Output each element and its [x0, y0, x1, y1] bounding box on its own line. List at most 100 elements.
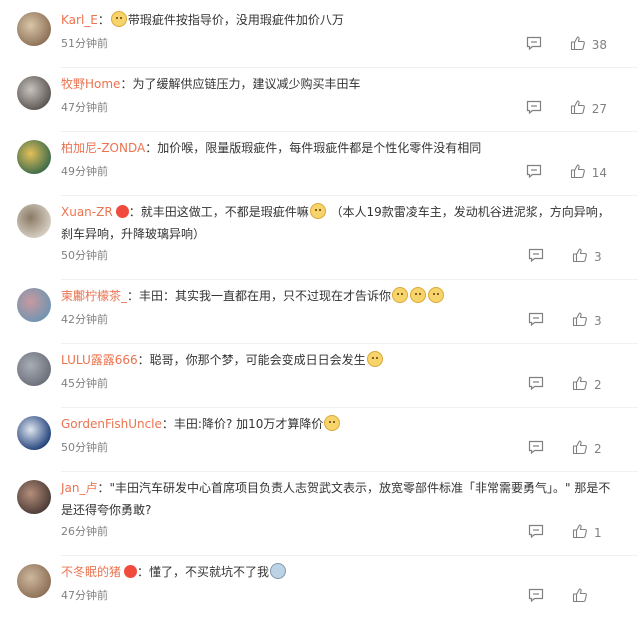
like-count: 38	[591, 37, 607, 52]
comment-timestamp: 50分钟前	[61, 249, 108, 262]
comment-actions: 1	[528, 523, 608, 542]
reply-icon[interactable]	[528, 440, 544, 457]
comment-timestamp: 51分钟前	[61, 37, 108, 50]
comment-text: Xuan-ZR ：就丰田这做工，不都是瑕疵件嘛 （本人19款雷凌车主，发动机谷进泥…	[61, 201, 616, 245]
comment-text: 不冬眠的猪 ：懂了，不买就坑不了我	[61, 561, 616, 583]
comment-text: 柏加尼-ZONDA：加价喉，限量版瑕疵件，每件瑕疵件都是个性化零件没有相同	[61, 137, 616, 159]
comment-body: 丰田：其实我一直都在用，只不过现在才告诉你	[139, 289, 392, 303]
reply-icon[interactable]	[528, 524, 544, 541]
like-button[interactable]: 1	[572, 523, 608, 542]
separator: ：	[127, 289, 140, 303]
like-count: 14	[591, 165, 607, 180]
doge-emoji-icon	[309, 203, 326, 219]
username-link[interactable]: GordenFishUncle	[61, 417, 162, 431]
doge-emoji-icon	[392, 287, 409, 303]
face-emoji-icon	[270, 563, 287, 579]
avatar[interactable]	[17, 352, 51, 386]
separator: ：	[128, 205, 141, 219]
like-button[interactable]	[572, 587, 608, 606]
like-count: 27	[591, 101, 607, 116]
separator: ：	[137, 565, 150, 579]
separator: ：	[120, 77, 133, 91]
user-badge-icon	[115, 205, 129, 218]
thumbs-up-icon	[572, 311, 588, 330]
username-link[interactable]: Karl_E	[61, 13, 98, 27]
username-link[interactable]: LULU露露666	[61, 353, 138, 367]
like-count: 1	[594, 525, 602, 540]
like-button[interactable]: 38	[570, 35, 607, 54]
comment-body: "丰田汽车研发中心首席项目负责人志贺武文表示，放宽零部件标准「非常需要勇气」。"…	[61, 481, 611, 517]
doge-emoji-icon	[366, 351, 383, 367]
comment-actions: 2	[528, 375, 608, 394]
like-button[interactable]: 14	[570, 163, 607, 182]
comment-timestamp: 26分钟前	[61, 525, 108, 538]
thumbs-up-icon	[572, 587, 588, 606]
username-link[interactable]: Xuan-ZR	[61, 205, 113, 219]
comment-list: Karl_E： 带瑕疵件按指导价，没用瑕疵件加价八万 51分钟前 38 牧野Home：为…	[0, 0, 638, 618]
comment-text: 柬鄘柠檬茶_：丰田：其实我一直都在用，只不过现在才告诉你	[61, 285, 616, 307]
thumbs-up-icon	[572, 375, 588, 394]
username-link[interactable]: 柬鄘柠檬茶_	[61, 289, 127, 303]
thumbs-up-icon	[570, 99, 586, 118]
comment-actions: 27	[526, 99, 607, 118]
comment-body: 加价喉，限量版瑕疵件，每件瑕疵件都是个性化零件没有相同	[157, 141, 482, 155]
doge-emoji-icon	[428, 287, 445, 303]
like-button[interactable]: 3	[572, 311, 608, 330]
reply-icon[interactable]	[528, 588, 544, 605]
avatar[interactable]	[17, 480, 51, 514]
username-link[interactable]: 牧野Home	[61, 77, 120, 91]
like-button[interactable]: 2	[572, 439, 608, 458]
thumbs-up-icon	[570, 163, 586, 182]
avatar[interactable]	[17, 76, 51, 110]
comment-actions: 2	[528, 439, 608, 458]
comment-timestamp: 47分钟前	[61, 589, 108, 602]
reply-icon[interactable]	[526, 100, 542, 117]
comment-actions: 3	[528, 247, 608, 266]
reply-icon[interactable]	[526, 164, 542, 181]
comment-timestamp: 45分钟前	[61, 377, 108, 390]
avatar[interactable]	[17, 564, 51, 598]
comment-text: Karl_E： 带瑕疵件按指导价，没用瑕疵件加价八万	[61, 9, 616, 31]
divider	[61, 279, 638, 280]
comment-body: 为了缓解供应链压力，建议减少购买丰田车	[132, 77, 361, 91]
comment-body: 丰田:降价? 加10万才算降价	[173, 417, 324, 431]
comment-actions	[528, 587, 608, 606]
doge-emoji-icon	[324, 415, 341, 431]
like-count: 2	[594, 441, 602, 456]
username-link[interactable]: 柏加尼-ZONDA	[61, 141, 145, 155]
divider	[61, 343, 638, 344]
avatar[interactable]	[17, 140, 51, 174]
avatar[interactable]	[17, 204, 51, 238]
separator: ：	[161, 417, 174, 431]
divider	[61, 555, 638, 556]
username-link[interactable]: Jan_卢	[61, 481, 98, 495]
like-button[interactable]: 27	[570, 99, 607, 118]
like-button[interactable]: 3	[572, 247, 608, 266]
comment-text: 牧野Home：为了缓解供应链压力，建议减少购买丰田车	[61, 73, 616, 95]
comment-text: LULU露露666：聪哥，你那个梦，可能会变成日日会发生	[61, 349, 616, 371]
avatar[interactable]	[17, 12, 51, 46]
reply-icon[interactable]	[528, 312, 544, 329]
like-button[interactable]: 2	[572, 375, 608, 394]
divider	[61, 471, 638, 472]
divider	[61, 67, 638, 68]
avatar[interactable]	[17, 288, 51, 322]
like-count: 2	[594, 377, 602, 392]
username-link[interactable]: 不冬眠的猪	[61, 565, 121, 579]
doge-emoji-icon	[410, 287, 427, 303]
comment-body: 带瑕疵件按指导价，没用瑕疵件加价八万	[127, 13, 344, 27]
comment-body: 聪哥，你那个梦，可能会变成日日会发生	[149, 353, 366, 367]
comment-text: GordenFishUncle：丰田:降价? 加10万才算降价	[61, 413, 616, 435]
doge-emoji-icon	[110, 11, 127, 27]
reply-icon[interactable]	[526, 36, 542, 53]
divider	[61, 195, 638, 196]
reply-icon[interactable]	[528, 248, 544, 265]
thumbs-up-icon	[572, 439, 588, 458]
separator: ：	[137, 353, 150, 367]
like-count: 3	[594, 313, 602, 328]
separator: ：	[97, 481, 110, 495]
comment-body: 就丰田这做工，不都是瑕疵件嘛	[140, 205, 309, 219]
avatar[interactable]	[17, 416, 51, 450]
reply-icon[interactable]	[528, 376, 544, 393]
thumbs-up-icon	[570, 35, 586, 54]
